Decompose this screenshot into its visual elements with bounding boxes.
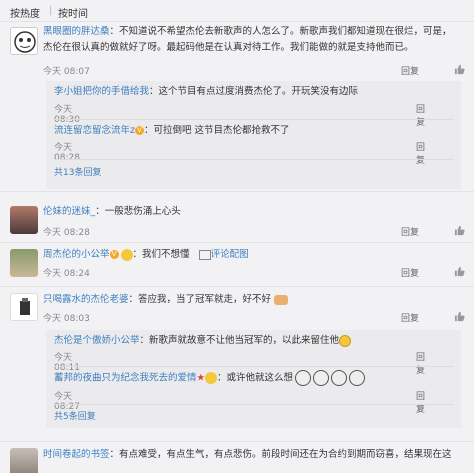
timestamp: 今天 08:30 — [54, 105, 80, 125]
avatar[interactable] — [10, 206, 38, 234]
reply-text: ：这个节目有点过度消费杰伦了。开玩笑没有边际 — [149, 86, 359, 97]
reply-thread: 李小姐把你的手借给我：这个节目有点过度消费杰伦了。开玩笑没有边际 今天 08:3… — [46, 81, 461, 189]
comment-content-line2: 杰伦在很认真的做就好了呀。最起码他是在认真对待工作。我们能做的就是支持他而已。 — [43, 41, 414, 55]
reply-text: ：可拉倒吧 这节目杰伦都抢救不了 — [144, 125, 290, 136]
timestamp: 今天 08:03 — [43, 314, 90, 324]
reply-button[interactable]: 回复 — [401, 64, 419, 77]
comment-text: ：一般悲伤涌上心头 — [95, 206, 181, 217]
comment-text: ：有点难受，有点生气，有点悲伤。前段时间还在为合约到期而窃喜，结果现在这 — [109, 449, 452, 460]
avatar[interactable] — [10, 27, 38, 55]
like-icon[interactable] — [454, 266, 465, 277]
reply-text: ：或许他就这么想 — [217, 372, 294, 384]
emoji-icon — [120, 248, 133, 261]
comment-item: 只喝露水的杰伦老婆：答应我，当了冠军就走，好不好 今天 08:03 回复 杰伦是… — [0, 290, 474, 445]
username-link[interactable]: 李小姐把你的手借给我 — [54, 86, 149, 97]
divider — [54, 366, 454, 367]
username-link[interactable]: 伦妹的迷妹_ — [43, 206, 95, 217]
comment-content: 周杰伦的小公举 V ：我们不想懂 评论配图 — [43, 248, 249, 262]
like-icon[interactable] — [454, 225, 465, 236]
like-icon[interactable] — [454, 311, 465, 322]
comment-item: 时间卷起的书签：有点难受，有点生气，有点悲伤。前段时间还在为合约到期而窃喜，结果… — [0, 444, 474, 473]
reply-thread: 杰伦是个傲娇小公举：新歌声就故意不让他当冠军的，以此来留住他 今天 08:11 … — [46, 330, 461, 428]
reply-button[interactable]: 回复 — [401, 311, 419, 324]
timestamp: 今天 08:28 — [43, 228, 90, 238]
divider — [54, 159, 454, 160]
username-link[interactable]: 只喝露水的杰伦老婆 — [43, 294, 129, 305]
divider — [54, 404, 454, 405]
reply-button[interactable]: 回复 — [416, 350, 425, 376]
face-emoji-icon — [349, 370, 366, 386]
reply-text: ：新歌声就故意不让他当冠军的，以此来留住他 — [139, 335, 340, 346]
sort-separator: | — [49, 5, 53, 16]
reply-content: 李小姐把你的手借给我：这个节目有点过度消费杰伦了。开玩笑没有边际 — [54, 85, 358, 99]
comment-content: 伦妹的迷妹_：一般悲伤涌上心头 — [43, 205, 181, 219]
sort-bar: 按热度 | 按时间 — [0, 0, 474, 22]
divider — [0, 441, 474, 442]
verified-badge-icon: V — [109, 250, 119, 259]
like-icon[interactable] — [454, 64, 465, 75]
username-link[interactable]: 蓄邦的夜曲只为纪念我死去的爱情 — [54, 373, 197, 384]
emoji-icon — [205, 372, 218, 384]
username-link[interactable]: 周杰伦的小公举 — [43, 249, 110, 260]
hands-emoji-icon — [274, 294, 289, 305]
sort-by-hot-tab[interactable]: 按热度 — [10, 5, 40, 20]
divider — [0, 286, 474, 287]
username-link[interactable]: 时间卷起的书签 — [43, 449, 110, 460]
comment-text: ：不知道说不希望杰伦去新歌声的人怎么了。新歌声我们都知道现在很烂，可是， — [109, 26, 452, 37]
reply-button[interactable]: 回复 — [416, 140, 425, 166]
emoji-icon — [339, 334, 352, 347]
avatar[interactable] — [10, 448, 38, 473]
comment-content: 时间卷起的书签：有点难受，有点生气，有点悲伤。前段时间还在为合约到期而窃喜，结果… — [43, 448, 452, 462]
verified-badge-icon: V — [135, 126, 144, 135]
timestamp: 今天 08:07 — [43, 67, 90, 77]
divider — [0, 242, 474, 243]
reply-content: 蓄邦的夜曲只为纪念我死去的爱情★ ：或许他就这么想 — [54, 370, 366, 386]
comment-content: 黑眼圈的胖达桑：不知道说不希望杰伦去新歌声的人怎么了。新歌声我们都知道现在很烂，… — [43, 25, 452, 39]
comment-item: 黑眼圈的胖达桑：不知道说不希望杰伦去新歌声的人怎么了。新歌声我们都知道现在很烂，… — [0, 22, 474, 192]
avatar[interactable] — [10, 293, 38, 321]
username-link[interactable]: 杰伦是个傲娇小公举 — [54, 335, 140, 346]
comment-item: 伦妹的迷妹_：一般悲伤涌上心头 今天 08:28 回复 — [0, 202, 474, 238]
view-more-replies-link[interactable]: 共5条回复 — [54, 409, 96, 422]
avatar[interactable] — [10, 249, 38, 277]
sort-by-time-tab[interactable]: 按时间 — [58, 5, 88, 20]
face-emoji-icon — [295, 370, 312, 386]
timestamp: 今天 08:24 — [43, 269, 90, 279]
reply-button[interactable]: 回复 — [416, 102, 425, 128]
comment-text: ：答应我，当了冠军就走，好不好 — [128, 294, 272, 305]
comment-image-link[interactable]: 评论配图 — [211, 249, 249, 260]
reply-content: 流连留恋留念流年z V ：可拉倒吧 这节目杰伦都抢救不了 — [54, 124, 290, 138]
view-more-replies-link[interactable]: 共13条回复 — [54, 165, 101, 178]
reply-button[interactable]: 回复 — [416, 389, 425, 415]
username-link[interactable]: 黑眼圈的胖达桑 — [43, 26, 110, 37]
image-icon — [198, 249, 211, 260]
star-badge-icon: ★ — [196, 372, 206, 384]
face-emoji-icon — [331, 370, 348, 386]
comment-text: ：我们不想懂 — [132, 249, 190, 260]
comment-content: 只喝露水的杰伦老婆：答应我，当了冠军就走，好不好 — [43, 293, 289, 307]
divider — [54, 119, 454, 120]
reply-button[interactable]: 回复 — [401, 266, 419, 279]
username-link[interactable]: 流连留恋留念流年z — [54, 125, 135, 136]
face-emoji-icon — [313, 370, 330, 386]
reply-content: 杰伦是个傲娇小公举：新歌声就故意不让他当冠军的，以此来留住他 — [54, 334, 352, 348]
comment-item: 周杰伦的小公举 V ：我们不想懂 评论配图 今天 08:24 回复 — [0, 246, 474, 284]
comment-text: 杰伦在很认真的做就好了呀。最起码他是在认真对待工作。我们能做的就是支持他而已。 — [43, 42, 414, 53]
reply-button[interactable]: 回复 — [401, 225, 419, 238]
